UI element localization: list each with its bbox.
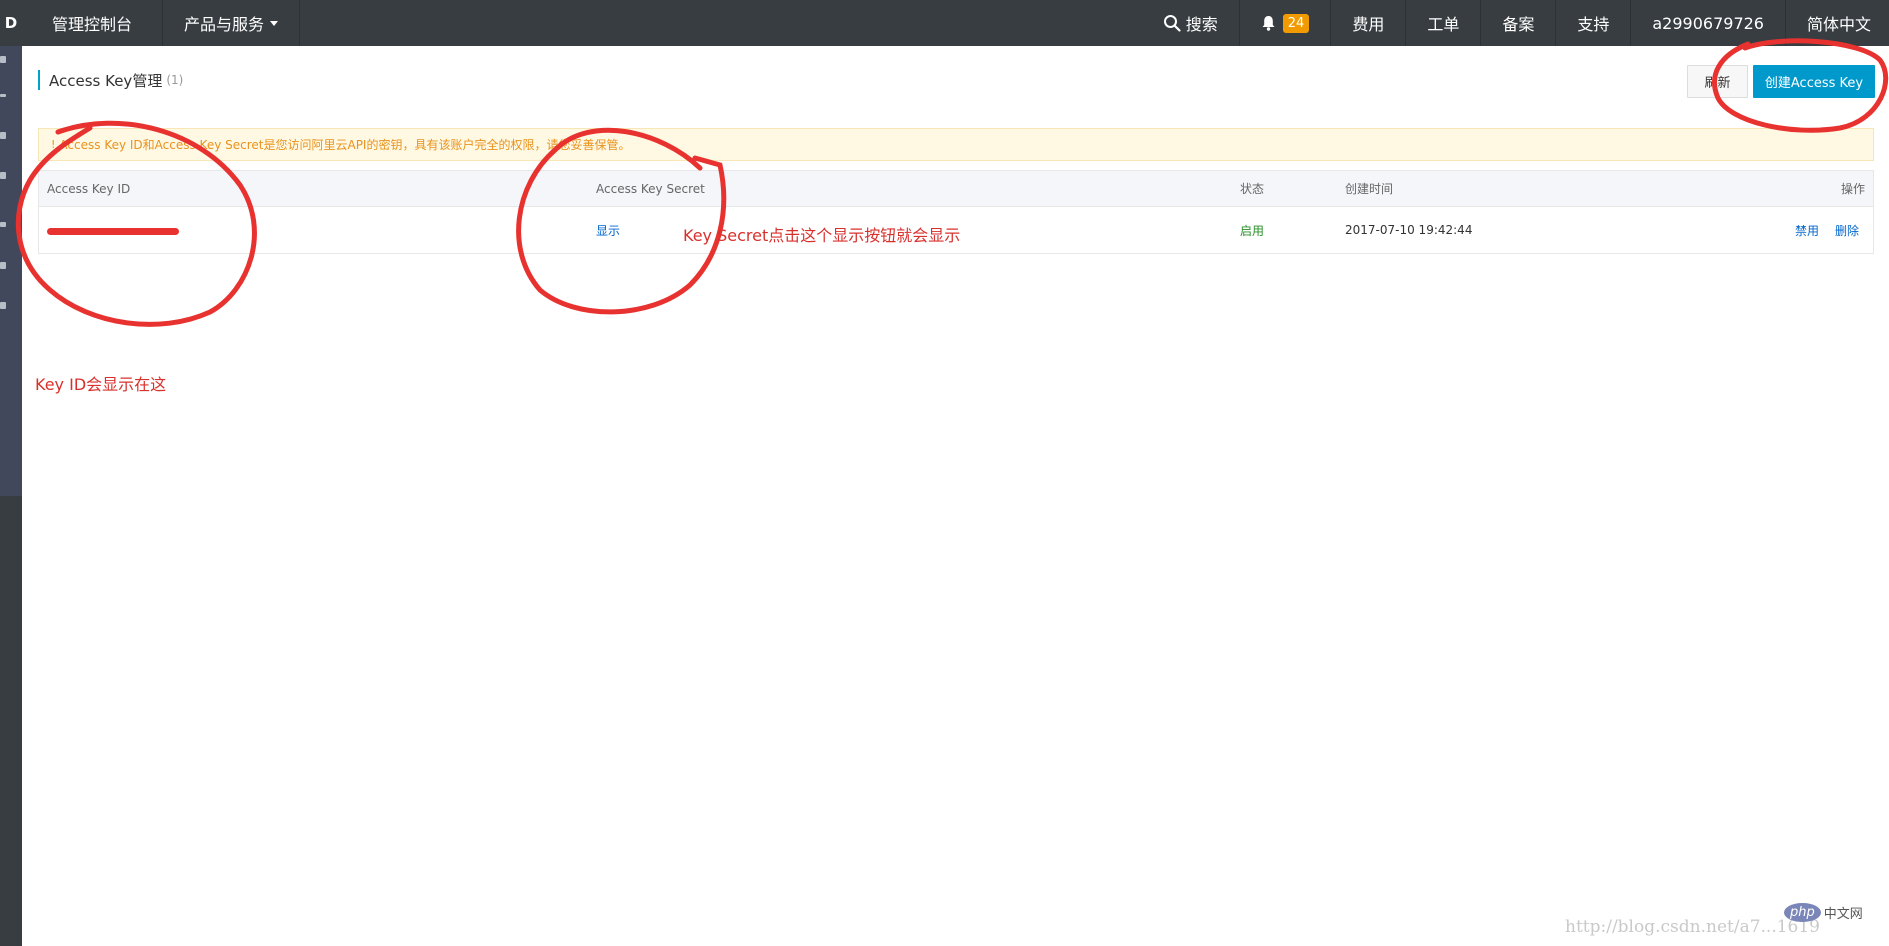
warning-notice: ! Access Key ID和Access Key Secret是您访问阿里云… [38, 128, 1874, 161]
left-sidebar [0, 46, 22, 946]
access-key-id-cell [47, 207, 179, 253]
nav-console[interactable]: 管理控制台 [22, 0, 164, 46]
search-icon [1163, 15, 1181, 32]
php-cn-logo: php 中文网 [1784, 903, 1863, 922]
nav-search[interactable]: 搜索 [1142, 0, 1239, 46]
page-title: Access Key管理 [49, 71, 163, 90]
header-access-key-secret: Access Key Secret [596, 181, 705, 196]
nav-icp[interactable]: 备案 [1480, 0, 1555, 46]
nav-support[interactable]: 支持 [1555, 0, 1630, 46]
warning-text: Access Key ID和Access Key Secret是您访问阿里云AP… [59, 138, 631, 152]
create-access-key-button[interactable]: 创建Access Key [1753, 65, 1875, 98]
nav-search-label: 搜索 [1185, 15, 1218, 34]
top-navigation-bar: D 管理控制台 产品与服务 搜索 24 费用 工单 备案 支持 a2990679… [0, 0, 1889, 46]
header-status: 状态 [1240, 182, 1265, 196]
show-secret-link[interactable]: 显示 [596, 222, 620, 239]
page-header: Access Key管理 (1) [38, 70, 183, 90]
refresh-button[interactable]: 刷新 [1687, 65, 1748, 98]
database-icon[interactable] [0, 262, 6, 269]
annotation-secret-note: Key Secret点击这个显示按钮就会显示 [683, 226, 961, 245]
header-operations: 操作 [1840, 182, 1865, 196]
header-created-time: 创建时间 [1345, 182, 1394, 196]
main-content: Access Key管理 (1) 刷新 创建Access Key ! Acces… [22, 46, 1889, 946]
status-value: 启用 [1240, 223, 1265, 238]
grid-icon[interactable] [0, 132, 6, 139]
delete-link[interactable]: 删除 [1835, 222, 1859, 239]
access-key-secret-cell: 显示 [596, 207, 620, 253]
header-access-key-id: Access Key ID [47, 181, 131, 196]
php-logo-text: 中文网 [1823, 907, 1863, 922]
sidebar-active-strip [0, 46, 22, 496]
redacted-key-id [47, 227, 179, 235]
logo[interactable]: D [0, 0, 22, 46]
warning-icon: ! [51, 138, 56, 151]
caret-down-icon [270, 20, 279, 26]
csdn-watermark: http://blog.csdn.net/a7...1619 [1565, 917, 1820, 937]
bell-icon [1262, 16, 1275, 31]
server-icon[interactable] [0, 302, 6, 309]
operations-cell: 禁用 删除 [1795, 207, 1859, 253]
dot-icon[interactable] [0, 222, 6, 227]
notification-count-badge: 24 [1282, 13, 1310, 33]
menu-icon[interactable] [0, 56, 6, 63]
page-count: (1) [166, 73, 184, 87]
nav-language[interactable]: 简体中文 [1784, 0, 1889, 46]
disable-link[interactable]: 禁用 [1795, 222, 1819, 239]
nav-products[interactable]: 产品与服务 [163, 0, 301, 46]
pin-icon[interactable] [0, 172, 6, 179]
nav-products-label: 产品与服务 [184, 15, 265, 34]
table-header: Access Key ID Access Key Secret 状态 创建时间 … [39, 171, 1873, 207]
nav-tickets[interactable]: 工单 [1405, 0, 1480, 46]
nav-account[interactable]: a2990679726 [1630, 0, 1785, 46]
php-logo-icon: php [1784, 903, 1821, 922]
nav-notifications[interactable]: 24 [1238, 0, 1331, 46]
annotation-keyid-note: Key ID会显示在这 [35, 375, 167, 394]
nav-billing[interactable]: 费用 [1330, 0, 1405, 46]
created-time-value: 2017-07-10 19:42:44 [1345, 223, 1473, 237]
collapse-icon[interactable] [0, 94, 6, 97]
